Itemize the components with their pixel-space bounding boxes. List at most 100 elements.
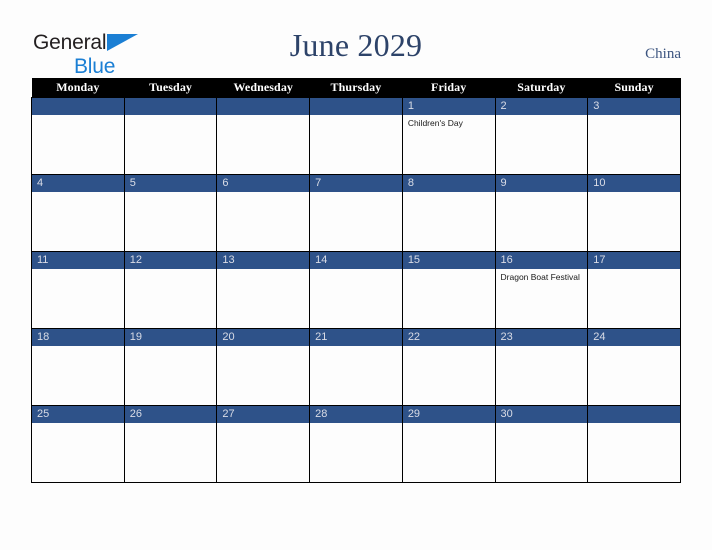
day-number: 14: [310, 251, 402, 269]
day-cell-inner: [124, 97, 217, 174]
weekday-header-row: Monday Tuesday Wednesday Thursday Friday Satu…: [31, 78, 681, 97]
calendar-day-cell[interactable]: 16 Dragon Boat Festival: [494, 250, 589, 329]
calendar-day-cell[interactable]: 3: [587, 96, 681, 175]
day-number: 13: [217, 251, 310, 269]
calendar-day-cell[interactable]: 4: [31, 173, 125, 252]
weekday-header-friday: Friday: [402, 78, 496, 97]
day-cell-inner: 11: [32, 251, 124, 328]
day-number: 3: [588, 97, 680, 115]
day-number: 30: [495, 405, 588, 423]
day-number: 2: [495, 97, 588, 115]
calendar-day-cell[interactable]: 26: [123, 404, 218, 483]
calendar-empty-cell[interactable]: [31, 96, 125, 175]
calendar-empty-cell[interactable]: [587, 404, 681, 483]
calendar-day-cell[interactable]: 15: [401, 250, 496, 329]
day-cell-inner: [588, 405, 680, 482]
calendar-day-cell[interactable]: 19: [123, 327, 218, 406]
day-cell-inner: 21: [310, 328, 402, 405]
day-number: 25: [32, 405, 124, 423]
day-cell-inner: [310, 97, 402, 174]
day-number: 9: [495, 174, 588, 192]
day-number: 10: [588, 174, 680, 192]
day-number: 15: [402, 251, 495, 269]
day-number: 20: [217, 328, 310, 346]
day-cell-inner: 20: [217, 328, 310, 405]
calendar-day-cell[interactable]: 27: [216, 404, 311, 483]
calendar-day-cell[interactable]: 6: [216, 173, 311, 252]
day-cell-inner: 12: [124, 251, 217, 328]
day-cell-inner: 10: [588, 174, 680, 251]
day-cell-inner: 17: [588, 251, 680, 328]
weekday-header-thursday: Thursday: [309, 78, 403, 97]
day-cell-inner: 3: [588, 97, 680, 174]
day-cell-inner: 8: [402, 174, 495, 251]
day-number: 24: [588, 328, 680, 346]
calendar-day-cell[interactable]: 10: [587, 173, 681, 252]
day-number: 1: [402, 97, 495, 115]
page-title: June 2029: [289, 27, 423, 63]
day-number: 8: [402, 174, 495, 192]
calendar-week-row: 18 19 20 21 22 23 24: [31, 327, 681, 406]
calendar-empty-cell[interactable]: [216, 96, 311, 175]
calendar-day-cell[interactable]: 25: [31, 404, 125, 483]
day-number: 4: [32, 174, 124, 192]
day-cell-inner: 6: [217, 174, 310, 251]
day-cell-inner: 18: [32, 328, 124, 405]
calendar-header-row: Monday Tuesday Wednesday Thursday Friday Satu…: [31, 78, 681, 97]
calendar-day-cell[interactable]: 5: [123, 173, 218, 252]
day-cell-inner: 25: [32, 405, 124, 482]
calendar-day-cell[interactable]: 22: [401, 327, 496, 406]
day-cell-inner: 16 Dragon Boat Festival: [495, 251, 588, 328]
calendar-day-cell[interactable]: 2: [494, 96, 589, 175]
day-cell-inner: 2: [495, 97, 588, 174]
calendar-day-cell[interactable]: 23: [494, 327, 589, 406]
calendar-empty-cell[interactable]: [123, 96, 218, 175]
day-number: 5: [124, 174, 217, 192]
calendar-day-cell[interactable]: 29: [401, 404, 496, 483]
calendar-day-cell[interactable]: 7: [309, 173, 403, 252]
day-cell-inner: [32, 97, 124, 174]
day-cell-inner: 7: [310, 174, 402, 251]
day-cell-inner: 30: [495, 405, 588, 482]
weekday-header-saturday: Saturday: [495, 78, 588, 97]
calendar-day-cell[interactable]: 17: [587, 250, 681, 329]
calendar-day-cell[interactable]: 30: [494, 404, 589, 483]
calendar-day-cell[interactable]: 20: [216, 327, 311, 406]
calendar-day-cell[interactable]: 9: [494, 173, 589, 252]
calendar-day-cell[interactable]: 8: [401, 173, 496, 252]
calendar-day-cell[interactable]: 13: [216, 250, 311, 329]
calendar-empty-cell[interactable]: [309, 96, 403, 175]
calendar-day-cell[interactable]: 11: [31, 250, 125, 329]
day-number: [217, 97, 310, 115]
day-number: [310, 97, 402, 115]
day-cell-inner: 27: [217, 405, 310, 482]
calendar-day-cell[interactable]: 21: [309, 327, 403, 406]
day-number: 6: [217, 174, 310, 192]
day-number: 29: [402, 405, 495, 423]
country-label: China: [645, 46, 681, 62]
day-cell-inner: 4: [32, 174, 124, 251]
day-number: 28: [310, 405, 402, 423]
day-cell-inner: 13: [217, 251, 310, 328]
day-cell-inner: 14: [310, 251, 402, 328]
day-number: 7: [310, 174, 402, 192]
day-number: 23: [495, 328, 588, 346]
weekday-header-tuesday: Tuesday: [124, 78, 217, 97]
page-header: General Blue June 2029 China: [0, 0, 712, 78]
day-number: 26: [124, 405, 217, 423]
calendar-day-cell[interactable]: 18: [31, 327, 125, 406]
day-cell-inner: 23: [495, 328, 588, 405]
weekday-header-wednesday: Wednesday: [216, 78, 310, 97]
calendar-day-cell[interactable]: 24: [587, 327, 681, 406]
day-number: 19: [124, 328, 217, 346]
calendar-day-cell[interactable]: 28: [309, 404, 403, 483]
calendar-day-cell[interactable]: 1 Children's Day: [401, 96, 496, 175]
day-cell-inner: [217, 97, 310, 174]
calendar-table: Monday Tuesday Wednesday Thursday Friday Satu…: [31, 78, 681, 483]
calendar-day-cell[interactable]: 14: [309, 250, 403, 329]
calendar-week-row: 4 5 6 7 8 9 10: [31, 173, 681, 252]
calendar-day-cell[interactable]: 12: [123, 250, 218, 329]
day-number: [32, 97, 124, 115]
day-cell-inner: 29: [402, 405, 495, 482]
day-cell-inner: 15: [402, 251, 495, 328]
